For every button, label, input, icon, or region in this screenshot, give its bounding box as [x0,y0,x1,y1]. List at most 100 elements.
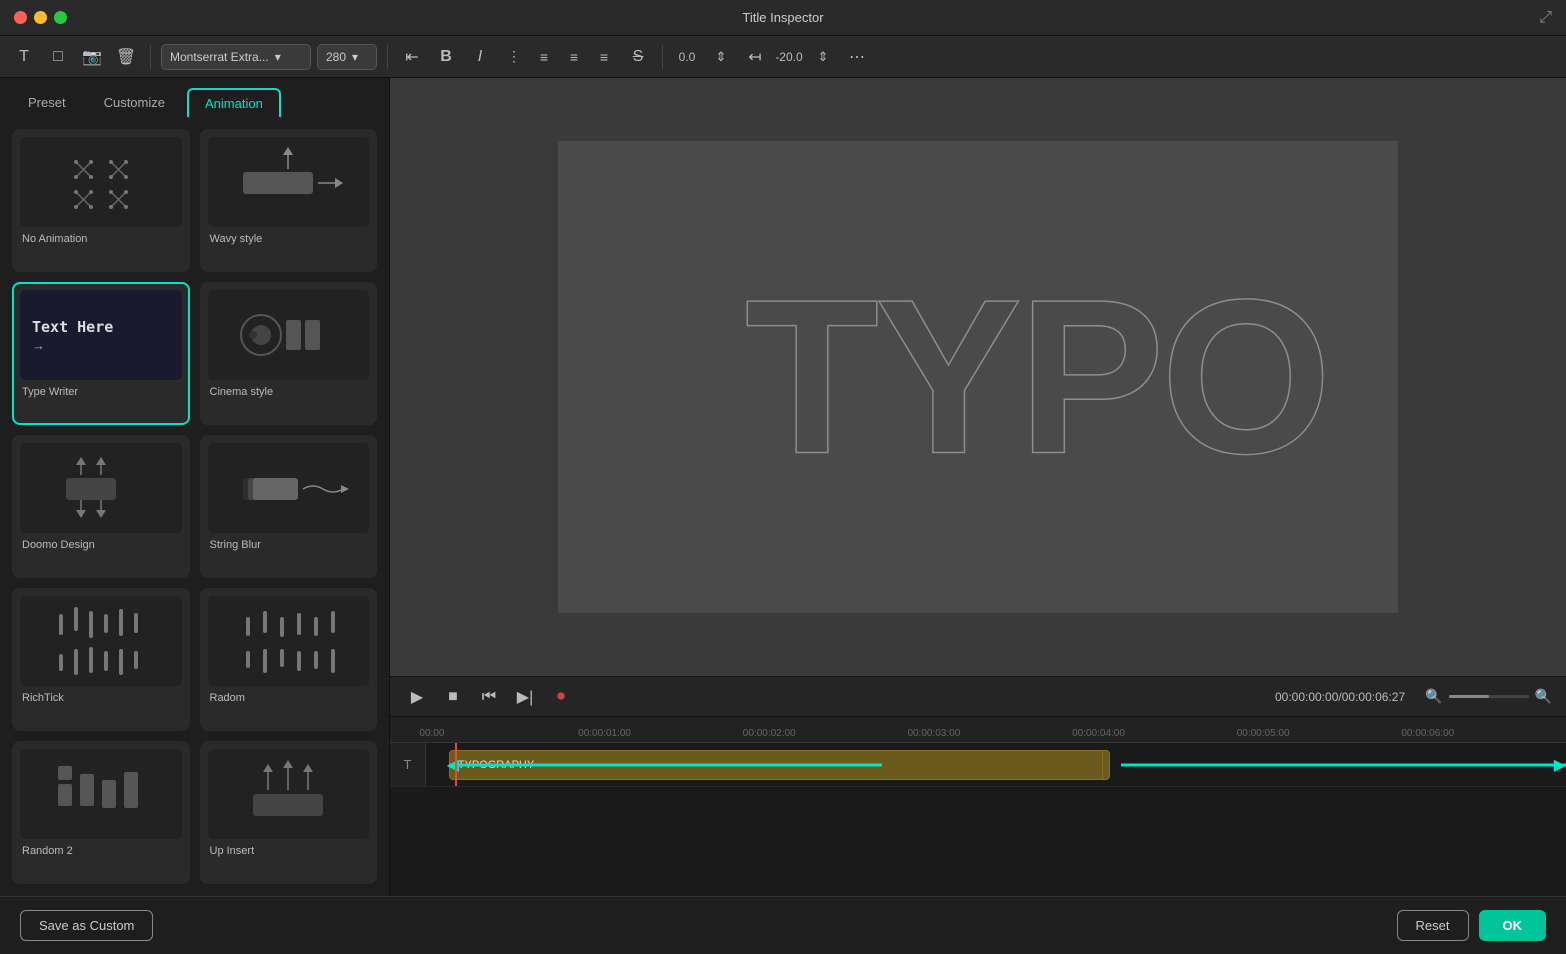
zoom-out-icon[interactable]: 🔍 [1425,688,1442,705]
time-display: 00:00:00:00/00:00:06:27 [1275,690,1405,704]
close-button[interactable] [14,11,27,24]
toolbar-separator-2 [387,45,388,69]
animation-item-no-animation[interactable]: No Animation [12,129,190,272]
animation-preview-richtick [20,596,182,686]
text-tool-btn[interactable]: T [10,43,38,71]
animation-preview-random2 [20,749,182,839]
left-panel: Preset Customize Animation [0,78,390,896]
more-options-btn[interactable]: ⋯ [843,43,871,71]
ruler-mark-1: 00:00:01:00 [578,728,631,739]
ok-button[interactable]: OK [1479,910,1547,941]
align-left-btn[interactable]: ⇤ [398,43,426,71]
tracking-stepper[interactable]: ⇕ [707,43,735,71]
bottom-bar: Save as Custom Reset OK [0,896,1566,954]
track-row-typography: T TYPOGRAPHY ◀ [390,743,1566,787]
teal-arrow-right-line [1121,763,1566,766]
animation-preview-radom [208,596,370,686]
animation-label-no-animation: No Animation [20,231,182,247]
align-right-text-btn[interactable]: ≡ [560,43,588,71]
ruler-mark-5: 00:00:05:00 [1237,728,1290,739]
animation-item-doomo-design[interactable]: Doomo Design [12,435,190,578]
font-dropdown-icon: ▾ [275,50,281,64]
font-name: Montserrat Extra... [170,50,269,64]
animation-label-up-insert: Up Insert [208,843,370,859]
title-bar: Title Inspector ⤢ [0,0,1566,36]
transport-bar: ▶ ■ ⏮ ▶| ⏺ 00:00:00:00/00:00:06:27 🔍 🔍 [390,677,1566,717]
playhead[interactable] [455,743,457,786]
animation-item-richtick[interactable]: RichTick [12,588,190,731]
animation-item-cinema-style[interactable]: Cinema style [200,282,378,425]
animation-item-wavy-style[interactable]: Wavy style [200,129,378,272]
animation-preview-no-animation [20,137,182,227]
canvas-inner: TYPO [558,141,1398,613]
reset-button[interactable]: Reset [1397,910,1469,941]
animation-label-type-writer: Type Writer [20,384,182,400]
zoom-in-icon[interactable]: 🔍 [1535,688,1552,705]
track-label-icon: T [390,743,426,786]
window-title: Title Inspector [742,10,823,25]
bold-btn[interactable]: B [432,43,460,71]
teal-arrow-left-head: ◀ [447,755,459,775]
animation-preview-up-insert [208,749,370,839]
canvas-container: TYPO [390,78,1566,676]
font-size-value: 280 [326,50,346,64]
animation-label-richtick: RichTick [20,690,182,706]
font-size-selector[interactable]: 280 ▾ [317,44,377,70]
stop-btn[interactable]: ■ [440,684,466,710]
teal-arrow-left-line [449,763,882,766]
animation-item-type-writer[interactable]: Text Here → Type Writer [12,282,190,425]
strikethrough-btn[interactable]: S [624,43,652,71]
align-justify-text-btn[interactable]: ≡ [590,43,618,71]
line-spacing-stepper[interactable]: ⇕ [809,43,837,71]
toolbar-separator-3 [662,45,663,69]
timeline-tracks: T TYPOGRAPHY ◀ [390,743,1566,896]
italic-btn[interactable]: I [466,43,494,71]
tab-animation[interactable]: Animation [187,88,281,117]
ruler-mark-0: 00:00 [419,728,444,739]
tracking-value: 0.0 [673,50,701,64]
animation-item-up-insert[interactable]: Up Insert [200,741,378,884]
align-center-text-btn[interactable]: ≡ [530,43,558,71]
line-spacing-icon[interactable]: ↤ [741,43,769,71]
line-spacing-value: -20.0 [775,50,803,64]
font-size-dropdown-icon: ▾ [352,50,358,64]
animation-label-radom: Radom [208,690,370,706]
play-btn[interactable]: ▶ [404,684,430,710]
animation-preview-wavy-style [208,137,370,227]
delete-btn[interactable]: 🗑 [112,43,140,71]
animation-label-doomo-design: Doomo Design [20,537,182,553]
image-btn[interactable]: 📷 [78,43,106,71]
animation-label-wavy-style: Wavy style [208,231,370,247]
timeline: ▶ ■ ⏮ ▶| ⏺ 00:00:00:00/00:00:06:27 🔍 🔍 [390,676,1566,896]
animation-item-random2[interactable]: Random 2 [12,741,190,884]
expand-icon[interactable]: ⤢ [1539,9,1552,27]
current-time: 00:00:00:00 [1275,690,1338,704]
save-custom-button[interactable]: Save as Custom [20,910,153,941]
main-area: Preset Customize Animation [0,78,1566,896]
ruler-mark-3: 00:00:03:00 [907,728,960,739]
animation-label-random2: Random 2 [20,843,182,859]
minimize-button[interactable] [34,11,47,24]
track-content[interactable]: TYPOGRAPHY ◀ ▶ [426,743,1566,786]
align-left-text-btn[interactable]: ⋮ [500,43,528,71]
step-forward-btn[interactable]: ▶| [512,684,538,710]
zoom-fill [1449,695,1489,698]
ruler-mark-2: 00:00:02:00 [743,728,796,739]
zoom-slider[interactable] [1449,695,1529,698]
record-btn[interactable]: ⏺ [548,684,574,710]
font-selector[interactable]: Montserrat Extra... ▾ [161,44,311,70]
step-back-btn[interactable]: ⏮ [476,684,502,710]
animation-preview-string-blur [208,443,370,533]
ruler-mark-6: 00:00:06:00 [1401,728,1454,739]
tab-preset[interactable]: Preset [12,88,82,117]
shape-btn[interactable]: □ [44,43,72,71]
tab-customize[interactable]: Customize [88,88,181,117]
playhead-triangle [449,743,463,745]
maximize-button[interactable] [54,11,67,24]
tab-bar: Preset Customize Animation [0,78,389,117]
animation-item-radom[interactable]: Radom [200,588,378,731]
timeline-ruler: 00:00 00:00:01:00 00:00:02:00 00:00:03:0… [390,717,1566,743]
animation-item-string-blur[interactable]: String Blur [200,435,378,578]
preview-area: TYPO ▶ ■ ⏮ ▶| ⏺ 00:00:00:00/00:00:06:27 … [390,78,1566,896]
animation-grid: No Animation Wavy style [0,117,389,896]
